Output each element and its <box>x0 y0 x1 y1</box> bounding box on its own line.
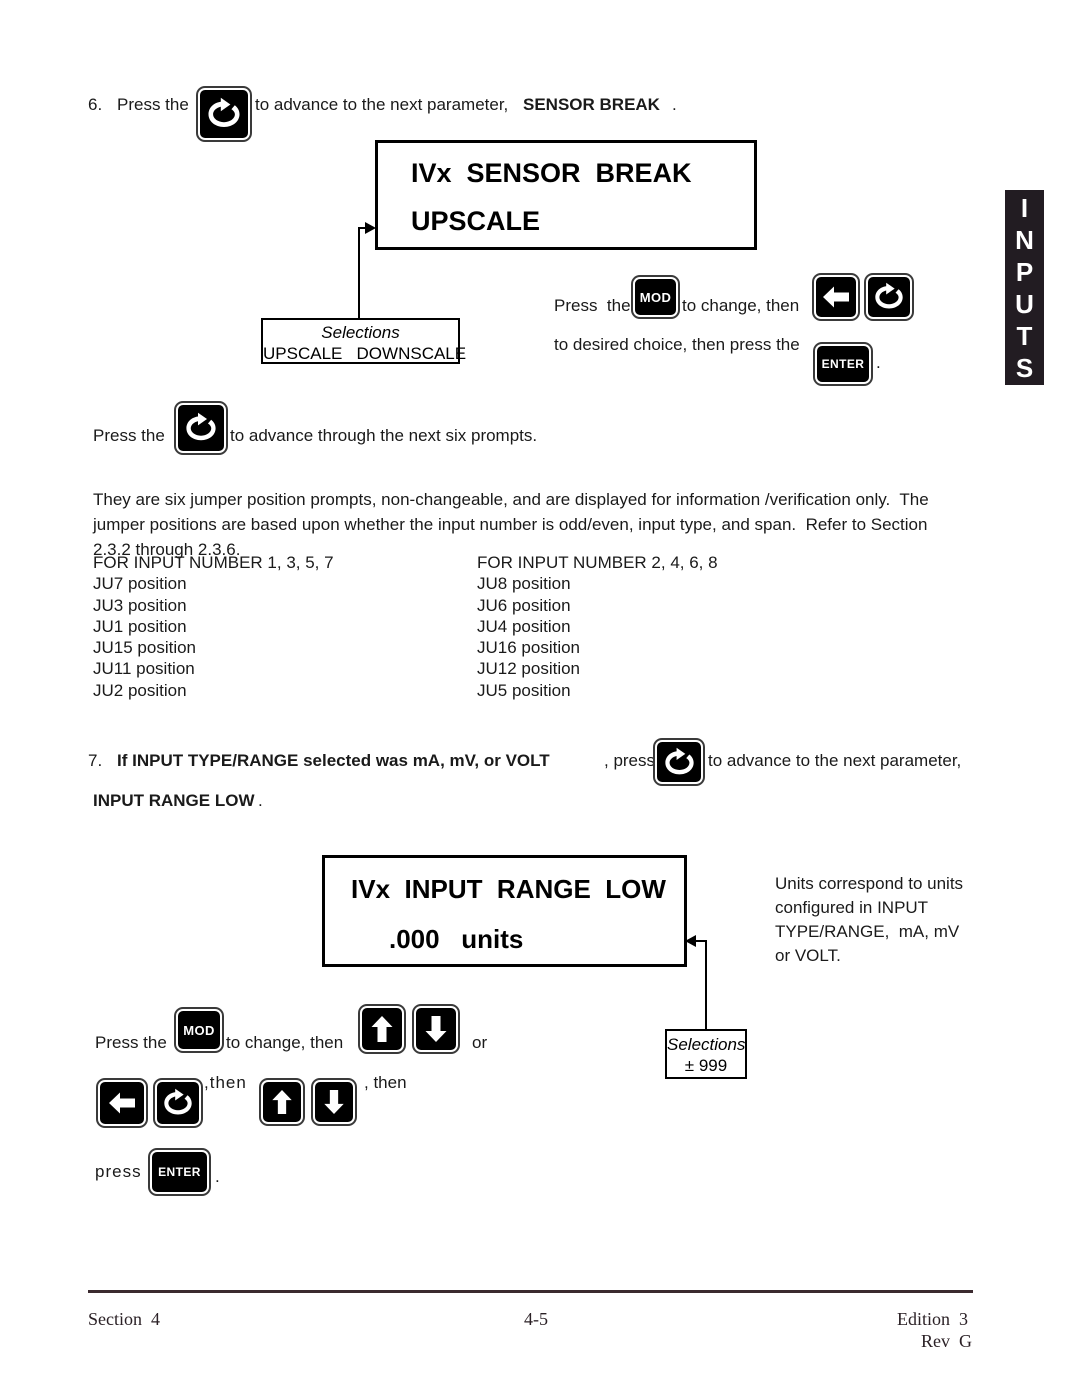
footer-divider <box>88 1290 973 1293</box>
side-tab-letter-1: N <box>1015 224 1034 255</box>
jumper-col1-item-3: JU15 position <box>93 638 197 658</box>
mod-key-icon-1[interactable]: MOD <box>633 277 678 317</box>
lcd2-line2: .000 units <box>389 924 524 954</box>
enter-key-icon-1[interactable]: ENTER <box>815 344 871 384</box>
selections-box-input-range: Selections ± 999 <box>665 1029 747 1079</box>
lcd-display-input-range-low: IVx INPUT RANGE LOW .000 units <box>322 855 687 967</box>
side-tab-letter-4: T <box>1016 320 1033 351</box>
lcd1-line1: IVx SENSOR BREAK <box>411 158 692 188</box>
jumper-column-even: FOR INPUT NUMBER 2, 4, 6, 8 JU8 position… <box>477 552 718 701</box>
selections1-title: Selections <box>321 323 400 342</box>
jumper-col1-header: FOR INPUT NUMBER 1, 3, 5, 7 <box>93 553 334 572</box>
advance-note-before: Press the <box>93 426 165 445</box>
advance-key-icon-4[interactable] <box>655 740 703 784</box>
leader-line-1-vertical <box>358 227 360 320</box>
advance-key-icon-2[interactable] <box>866 275 912 319</box>
step7-period: . <box>258 791 263 810</box>
jumper-col2-item-5: JU5 position <box>477 680 571 700</box>
lcd-display-sensor-break: IVx SENSOR BREAK UPSCALE <box>375 140 757 250</box>
mod-key-icon-2[interactable]: MOD <box>176 1009 222 1051</box>
side-tab-letter-0: I <box>1020 192 1029 223</box>
down-arrow-key-icon-1[interactable] <box>414 1006 458 1052</box>
instr2-line3-b: . <box>215 1167 220 1186</box>
instr2-line2-b: , then <box>364 1073 407 1092</box>
up-arrow-key-icon-2[interactable] <box>261 1080 303 1124</box>
step7-param-name: INPUT RANGE LOW <box>93 791 255 810</box>
footer-revision: Rev G <box>921 1331 972 1351</box>
side-tab-letter-3: U <box>1015 288 1034 319</box>
jumper-col2-header: FOR INPUT NUMBER 2, 4, 6, 8 <box>477 553 718 572</box>
advance-key-icon[interactable] <box>198 88 250 140</box>
selections2-options: ± 999 <box>684 1056 728 1075</box>
enter-key-label-2: ENTER <box>158 1165 201 1179</box>
units-note: Units correspond to units configured in … <box>775 874 964 965</box>
instr2-line1-c: or <box>472 1033 488 1052</box>
mod-key-label-1: MOD <box>639 289 672 305</box>
step6-period: . <box>672 95 677 114</box>
instr1-line1-b: to change, then <box>682 296 800 315</box>
jumper-paragraph: They are six jumper position prompts, no… <box>93 490 929 559</box>
jumper-col1-item-0: JU7 position <box>93 574 187 594</box>
jumper-column-odd: FOR INPUT NUMBER 1, 3, 5, 7 JU7 position… <box>93 552 334 701</box>
instr2-line1-a: Press the <box>95 1033 167 1052</box>
instr1-line2-b: . <box>876 353 881 372</box>
lcd2-line1: IVx INPUT RANGE LOW <box>351 874 666 904</box>
step6-number: 6. <box>88 95 103 114</box>
down-arrow-key-icon-2[interactable] <box>313 1080 355 1124</box>
instr2-line3-a: press <box>95 1162 142 1181</box>
selections-box-sensor-break: Selections UPSCALE DOWNSCALE <box>261 318 467 364</box>
jumper-col2-item-0: JU8 position <box>477 574 571 594</box>
selections2-title: Selections <box>667 1035 746 1054</box>
instr2-line2-a: ,then <box>204 1073 247 1092</box>
instr1-line1-a: Press the <box>554 296 631 315</box>
side-tab-letter-2: P <box>1015 256 1034 287</box>
instr1-line2-a: to desired choice, then press the <box>554 335 800 354</box>
side-tab-inputs: I N P U T S <box>1005 190 1044 385</box>
step6-param-name: SENSOR BREAK <box>523 95 660 114</box>
enter-key-label-1: ENTER <box>821 357 865 371</box>
leader-line-2-vertical <box>705 940 707 1029</box>
jumper-col2-item-3: JU16 position <box>477 638 581 658</box>
step7-number: 7. <box>88 751 103 770</box>
left-arrow-key-icon-1[interactable] <box>814 275 858 319</box>
left-arrow-key-icon-2[interactable] <box>98 1080 146 1126</box>
footer-edition: Edition 3 <box>897 1309 968 1329</box>
up-arrow-key-icon-1[interactable] <box>360 1006 404 1052</box>
jumper-col2-item-1: JU6 position <box>477 595 571 615</box>
advance-key-icon-5[interactable] <box>155 1080 201 1126</box>
advance-note-after: to advance through the next six prompts. <box>230 426 538 445</box>
step7-bold-text: If INPUT TYPE/RANGE selected was mA, mV,… <box>117 751 550 770</box>
footer-page-number: 4-5 <box>524 1309 548 1329</box>
instr2-line1-b: to change, then <box>226 1033 344 1052</box>
jumper-col1-item-2: JU1 position <box>93 616 187 636</box>
jumper-col1-item-1: JU3 position <box>93 595 187 615</box>
leader-arrowhead-1 <box>365 222 376 234</box>
leader-arrowhead-2 <box>685 935 696 947</box>
jumper-col2-item-4: JU12 position <box>477 659 581 679</box>
step6-text-before: Press the <box>117 95 189 114</box>
step7-text-after: to advance to the next parameter, <box>708 751 962 770</box>
jumper-col1-item-5: JU2 position <box>93 680 187 700</box>
manual-page: 6. Press the to advance to the next para… <box>0 0 1080 1397</box>
lcd1-line2: UPSCALE <box>411 206 541 236</box>
selections1-options: UPSCALE DOWNSCALE <box>263 344 467 363</box>
enter-key-icon-2[interactable]: ENTER <box>150 1150 209 1194</box>
mod-key-label-2: MOD <box>183 1022 215 1038</box>
jumper-col2-item-2: JU4 position <box>477 616 571 636</box>
step6-text-after: to advance to the next parameter, <box>255 95 509 114</box>
side-tab-letter-5: S <box>1015 352 1034 383</box>
advance-key-icon-3[interactable] <box>176 403 226 453</box>
footer-section: Section 4 <box>88 1309 160 1329</box>
jumper-col1-item-4: JU11 position <box>93 659 195 679</box>
